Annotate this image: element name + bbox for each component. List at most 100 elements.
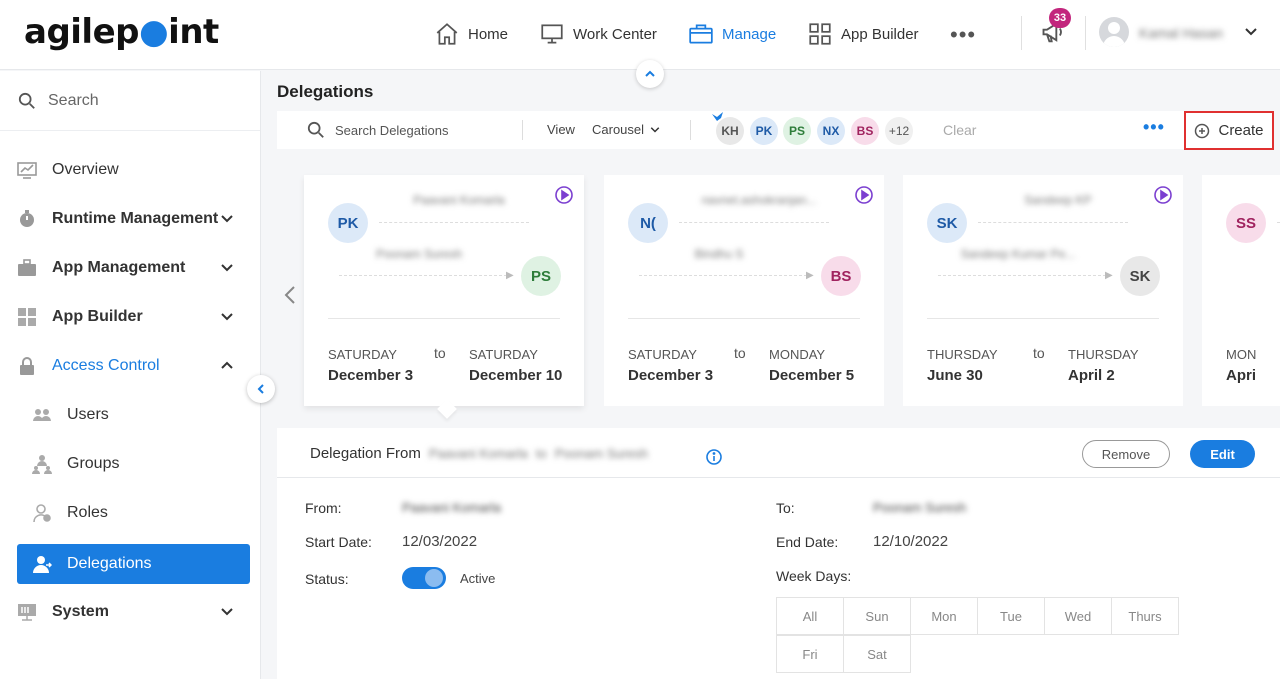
more-menu-button[interactable]: ••• (950, 22, 976, 48)
play-icon[interactable] (554, 185, 574, 205)
play-icon[interactable] (1153, 185, 1173, 205)
chevron-down-icon (650, 126, 660, 133)
weekday-tue: Tue (977, 597, 1045, 635)
server-icon (18, 604, 36, 621)
sidebar-item-delegations[interactable]: Delegations (17, 544, 250, 584)
nav-home[interactable]: Home (434, 20, 508, 48)
user-filter-chip[interactable]: NX (817, 117, 845, 145)
chevron-up-icon (221, 361, 233, 369)
start-date-value: 12/03/2022 (402, 533, 478, 550)
from-user-name: Paavani Komarla (413, 193, 505, 207)
end-date-value: 12/10/2022 (873, 533, 949, 550)
delegation-card[interactable]: SS MON Apri (1202, 175, 1280, 406)
arrow-right-icon: ▶ (506, 270, 514, 281)
chevron-down-icon (221, 215, 233, 223)
search-icon (307, 121, 324, 138)
remove-button[interactable]: Remove (1082, 440, 1170, 468)
collapse-header-button[interactable] (636, 60, 664, 88)
nav-app-builder[interactable]: App Builder (807, 20, 919, 48)
view-mode-value: Carousel (592, 122, 645, 137)
start-day: SATURDAY (328, 347, 397, 362)
from-user-avatar: N( (628, 203, 668, 243)
status-label: Status: (305, 571, 349, 587)
sidebar-item-app-management[interactable]: App Management (0, 248, 260, 288)
to-user-avatar: SK (1120, 256, 1160, 296)
delegation-icon (33, 556, 52, 573)
user-menu-chevron-down-icon[interactable] (1243, 24, 1259, 43)
sidebar-item-label: Overview (52, 161, 119, 178)
sidebar-item-roles[interactable]: Roles (0, 493, 260, 533)
view-mode-dropdown[interactable]: Carousel (592, 122, 661, 137)
weekday-sat: Sat (843, 635, 911, 673)
sidebar-item-runtime-management[interactable]: Runtime Management (0, 199, 260, 239)
sidebar-item-label: Roles (67, 504, 108, 521)
weekday-wed: Wed (1044, 597, 1112, 635)
delegation-card[interactable]: N(navnet.ashokranjan... Bindhu S ▶ BS SATURD… (604, 175, 884, 406)
user-filter-chip[interactable]: BS (851, 117, 879, 145)
toolbar-more-button[interactable]: ••• (1143, 117, 1165, 138)
sidebar-item-users[interactable]: Users (0, 395, 260, 435)
dashboard-icon (18, 308, 36, 326)
monitor-icon (541, 24, 563, 44)
users-icon (33, 409, 51, 421)
to-label: To: (776, 500, 795, 516)
status-toggle[interactable] (402, 567, 446, 589)
collapse-sidebar-button[interactable] (247, 375, 275, 403)
start-day: THURSDAY (927, 347, 998, 362)
end-date: April 2 (1068, 367, 1115, 384)
card-divider (628, 318, 860, 319)
start-date: December 3 (628, 367, 714, 384)
nav-manage[interactable]: Manage (688, 20, 776, 48)
connector-line (938, 275, 1106, 276)
user-name[interactable]: Kamal Hasan (1139, 25, 1223, 41)
plus-circle-icon (1195, 123, 1210, 138)
end-day: MONDAY (769, 347, 826, 362)
user-avatar[interactable] (1099, 17, 1129, 47)
from-user-avatar: SS (1226, 203, 1266, 243)
sidebar-item-label: Delegations (67, 555, 152, 572)
sidebar-item-overview[interactable]: Overview (0, 150, 260, 190)
detail-header: Delegation From Paavani Komarla to Poona… (277, 428, 1280, 478)
to-word: to (434, 345, 446, 361)
sidebar-item-label: Groups (67, 455, 120, 472)
user-filter-chip[interactable]: KH (716, 117, 744, 145)
play-icon[interactable] (854, 185, 874, 205)
sidebar-item-access-control[interactable]: Access Control (0, 346, 260, 386)
chevron-down-icon (221, 264, 233, 272)
user-filter-chip[interactable]: PS (783, 117, 811, 145)
to-user-name: Bindhu S (694, 247, 744, 261)
start-date: June 30 (927, 367, 983, 384)
sidebar-search[interactable]: Search (0, 71, 260, 131)
divider (1021, 16, 1022, 50)
delegation-card[interactable]: PK Paavani Komarla Poonam Suresh ▶ PS SATURDA… (304, 175, 584, 406)
nav-manage-label: Manage (722, 25, 777, 43)
connector-line (679, 222, 829, 223)
to-value: Poonam Suresh (873, 500, 967, 515)
agilepoint-logo[interactable]: agilep●int (24, 12, 219, 52)
sidebar-item-system[interactable]: System (0, 592, 260, 632)
end-date: December 5 (769, 367, 855, 384)
chevron-left-icon (257, 384, 264, 394)
to-word: to (734, 345, 746, 361)
more-users-chip[interactable]: +12 (885, 117, 913, 145)
nav-app-builder-label: App Builder (841, 25, 919, 43)
start-date: Apri (1226, 367, 1256, 384)
edit-button[interactable]: Edit (1190, 440, 1255, 468)
search-delegations-input[interactable]: Search Delegations (307, 121, 448, 139)
nav-work-center[interactable]: Work Center (539, 20, 657, 48)
roles-icon (33, 504, 51, 523)
weekday-all: All (776, 597, 844, 635)
from-user-name: navnet.ashokranjan... (701, 193, 817, 207)
top-navigation-bar: agilep●int Home Work Center Manage App B… (0, 0, 1280, 70)
sidebar-item-app-builder[interactable]: App Builder (0, 297, 260, 337)
delegation-card[interactable]: SK Sandeep KP Sandeep Kumar Pe... ▶ SK THURSD… (903, 175, 1183, 406)
from-value: Paavani Komarla (402, 500, 501, 515)
create-button[interactable]: Create (1184, 111, 1274, 150)
user-filter-chip[interactable]: PK (750, 117, 778, 145)
connector-line (978, 222, 1128, 223)
clear-filter-button[interactable]: Clear (943, 122, 976, 138)
sidebar-item-groups[interactable]: Groups (0, 444, 260, 484)
page-title: Delegations (277, 82, 374, 101)
search-delegations-placeholder: Search Delegations (335, 122, 449, 138)
info-icon[interactable] (705, 448, 723, 466)
